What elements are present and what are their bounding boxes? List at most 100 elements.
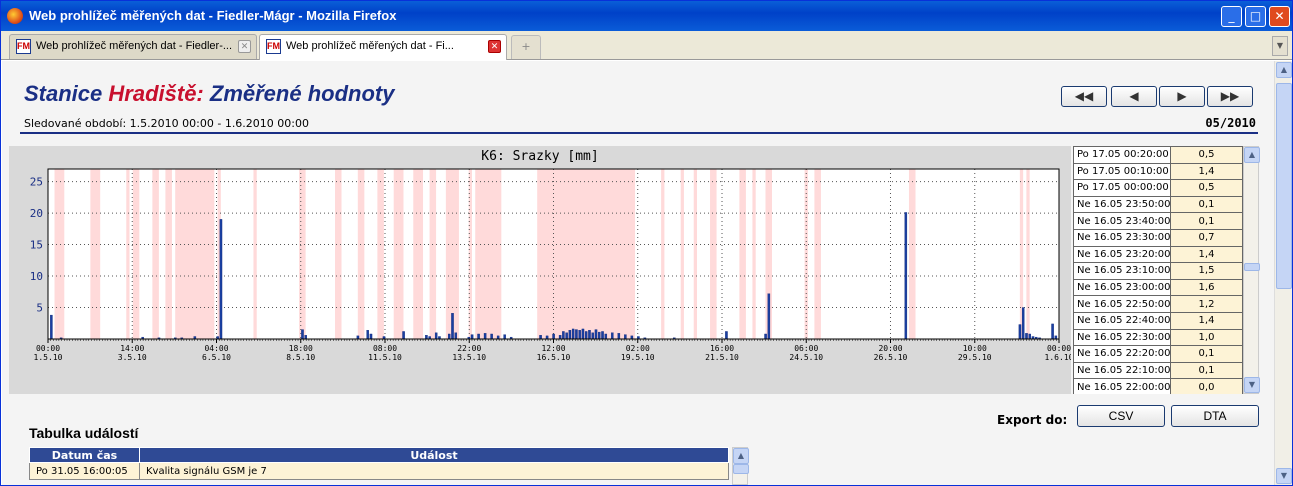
table-row[interactable]: Po 17.05 00:00:00 0,5	[1073, 179, 1243, 197]
rain-bar	[767, 293, 771, 340]
table-row[interactable]: Ne 16.05 22:50:00 1,2	[1073, 295, 1243, 313]
highlight-period	[693, 169, 697, 339]
highlight-period	[814, 169, 821, 339]
highlight-period	[1026, 169, 1030, 339]
table-row[interactable]: Ne 16.05 22:10:00 0,1	[1073, 361, 1243, 380]
tab-2[interactable]: FM Web prohlížeč měřených dat - Fi... ✕	[259, 34, 507, 60]
events-col-time: Datum čas	[29, 447, 140, 463]
value-time: Ne 16.05 22:20:00	[1073, 345, 1171, 363]
highlight-period	[357, 169, 365, 339]
fm-logo-icon: FM	[266, 39, 281, 54]
x-tick-time: 02:00	[626, 344, 650, 353]
x-tick-date: 1.5.10	[34, 353, 63, 362]
highlight-period	[908, 169, 916, 339]
close-tab-icon[interactable]: ✕	[488, 40, 501, 53]
tab-list-dropdown-icon[interactable]: ▼	[1272, 36, 1288, 56]
rain-bar	[584, 331, 588, 340]
rain-bar	[477, 333, 480, 340]
rain-bar	[568, 330, 572, 340]
x-tick-date: 16.5.10	[537, 353, 571, 362]
scroll-thumb[interactable]	[1244, 263, 1260, 271]
maximize-button[interactable]: □	[1245, 6, 1266, 27]
highlight-period	[299, 169, 306, 339]
title-station-label: Stanice	[24, 81, 103, 106]
highlight-period	[739, 169, 746, 339]
highlight-period	[152, 169, 159, 339]
rain-bar	[552, 333, 555, 340]
table-row[interactable]: Po 17.05 00:10:00 1,4	[1073, 162, 1243, 181]
scroll-up-icon[interactable]: ▲	[1276, 62, 1292, 78]
value-amount: 1,5	[1170, 262, 1243, 280]
x-tick-time: 20:00	[878, 344, 902, 353]
table-row[interactable]: Ne 16.05 23:30:00 0,7	[1073, 228, 1243, 247]
close-tab-icon[interactable]: ✕	[238, 40, 251, 53]
value-time: Ne 16.05 23:20:00	[1073, 245, 1171, 264]
rain-bar	[402, 331, 405, 340]
highlight-period	[393, 169, 404, 339]
table-row[interactable]: Po 31.05 16:00:05 Kvalita signálu GSM je…	[29, 462, 729, 480]
scroll-down-icon[interactable]: ▼	[1244, 377, 1260, 393]
values-table: Po 17.05 00:20:00 0,5 Po 17.05 00:10:00 1,4…	[1073, 146, 1243, 394]
scroll-down-icon[interactable]: ▼	[1276, 468, 1292, 484]
value-time: Ne 16.05 23:10:00	[1073, 262, 1171, 280]
title-bar[interactable]: Web prohlížeč měřených dat - Fiedler-Mág…	[1, 1, 1292, 31]
x-tick-date: 1.6.10	[1045, 353, 1071, 362]
value-amount: 1,0	[1170, 328, 1243, 347]
scroll-thumb[interactable]	[733, 464, 749, 474]
export-dta-button[interactable]: DTA	[1171, 405, 1259, 427]
value-time: Ne 16.05 22:10:00	[1073, 361, 1171, 380]
value-amount: 0,1	[1170, 345, 1243, 363]
rain-bar	[425, 335, 428, 340]
table-row[interactable]: Ne 16.05 23:00:00 1,6	[1073, 278, 1243, 297]
page-scrollbar[interactable]: ▲ ▼	[1274, 61, 1292, 485]
window-title: Web prohlížeč měřených dat - Fiedler-Mág…	[29, 8, 397, 23]
rain-bar	[617, 333, 621, 340]
highlight-period	[413, 169, 424, 339]
events-table-scrollbar[interactable]: ▲	[732, 447, 749, 485]
browser-window: Web prohlížeč měřených dat - Fiedler-Mág…	[0, 0, 1293, 486]
table-row[interactable]: Ne 16.05 23:10:00 1,5	[1073, 262, 1243, 280]
table-row[interactable]: Ne 16.05 23:20:00 1,4	[1073, 245, 1243, 264]
scroll-thumb[interactable]	[1276, 83, 1292, 289]
value-amount: 0,5	[1170, 179, 1243, 197]
rain-bar	[50, 314, 53, 340]
table-row[interactable]: Ne 16.05 22:00:00 0,0	[1073, 378, 1243, 394]
value-time: Ne 16.05 23:00:00	[1073, 278, 1171, 297]
rain-bar	[454, 332, 458, 340]
rain-bar	[565, 332, 568, 340]
x-tick-time: 04:00	[204, 344, 228, 353]
highlight-period	[90, 169, 101, 339]
next-period-button[interactable]: ▶	[1159, 86, 1205, 107]
table-row[interactable]: Ne 16.05 22:20:00 0,1	[1073, 345, 1243, 363]
prev-period-button[interactable]: ◀	[1111, 86, 1157, 107]
x-tick-date: 6.5.10	[202, 353, 231, 362]
table-row[interactable]: Ne 16.05 22:40:00 1,4	[1073, 311, 1243, 330]
rain-bar	[503, 334, 506, 340]
tab-1[interactable]: FM Web prohlížeč měřených dat - Fiedler-…	[9, 34, 257, 59]
first-period-button[interactable]: ◀◀	[1061, 86, 1107, 107]
rain-bar	[578, 330, 581, 340]
export-csv-button[interactable]: CSV	[1077, 405, 1165, 427]
scroll-up-icon[interactable]: ▲	[733, 448, 749, 464]
table-row[interactable]: Ne 16.05 23:40:00 0,1	[1073, 212, 1243, 230]
monitored-period: Sledované období: 1.5.2010 00:00 - 1.6.2…	[24, 117, 309, 130]
header-divider	[20, 132, 1258, 134]
rain-bar	[447, 333, 451, 340]
table-row[interactable]: Ne 16.05 22:30:00 1,0	[1073, 328, 1243, 347]
value-time: Ne 16.05 23:50:00	[1073, 195, 1171, 214]
close-window-button[interactable]: ✕	[1269, 6, 1290, 27]
scroll-up-icon[interactable]: ▲	[1244, 147, 1260, 163]
events-col-event: Událost	[139, 447, 729, 463]
table-row[interactable]: Po 17.05 00:20:00 0,5	[1073, 146, 1243, 164]
minimize-button[interactable]: _	[1221, 6, 1242, 27]
new-tab-button[interactable]: +	[511, 35, 541, 59]
page-content: Stanice Hradiště: Změřené hodnoty ◀◀ ◀ ▶…	[2, 61, 1274, 485]
table-row[interactable]: Ne 16.05 23:50:00 0,1	[1073, 195, 1243, 214]
rain-bar	[301, 329, 304, 340]
x-tick-time: 06:00	[794, 344, 818, 353]
highlight-period	[175, 169, 215, 339]
events-table-title: Tabulka událostí	[29, 425, 139, 441]
last-period-button[interactable]: ▶▶	[1207, 86, 1253, 107]
values-table-scrollbar[interactable]: ▲ ▼	[1243, 146, 1260, 394]
rain-bar	[483, 333, 487, 340]
